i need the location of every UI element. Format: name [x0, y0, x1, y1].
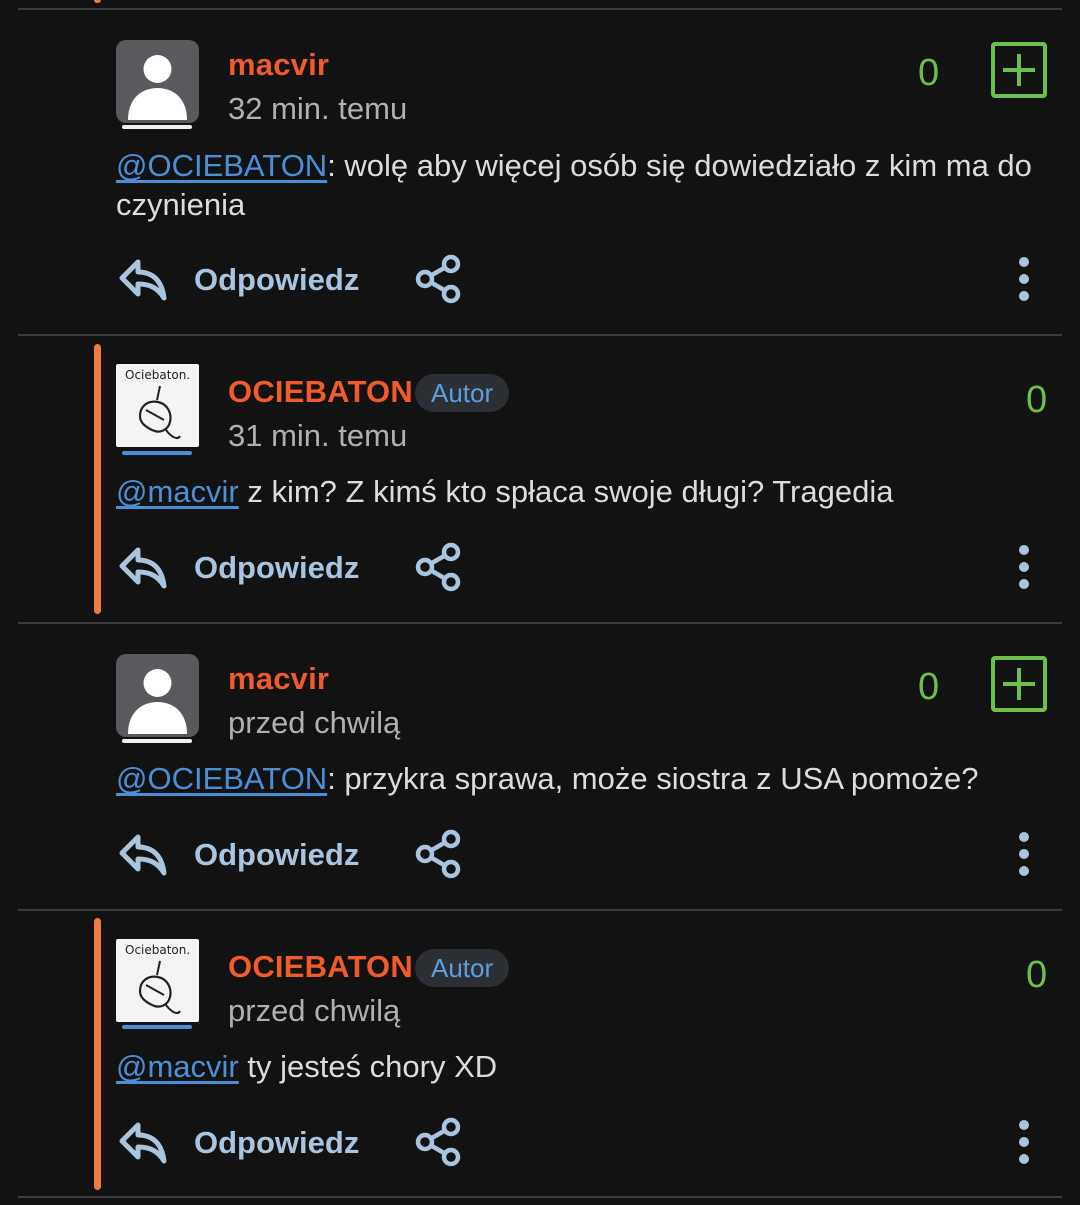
reply-button[interactable]: Odpowiedz [194, 262, 359, 298]
timestamp: przed chwilą [228, 705, 401, 740]
timestamp: 31 min. temu [228, 418, 408, 453]
username[interactable]: macvir [228, 47, 329, 83]
reply-thread-bar [94, 918, 101, 1190]
username[interactable]: OCIEBATON [228, 374, 413, 410]
comment-divider [18, 334, 1062, 336]
timestamp: 32 min. temu [228, 91, 408, 126]
more-vertical-icon[interactable] [1008, 542, 1040, 592]
reply-button[interactable]: Odpowiedz [194, 1125, 359, 1161]
user-avatar[interactable]: Ociebaton. [116, 364, 199, 447]
comment-body: @OCIEBATON: przykra sprawa, może siostra… [116, 759, 1046, 798]
author-badge: Autor [415, 949, 510, 987]
reply-arrow-icon[interactable] [118, 831, 168, 877]
comment-body: @OCIEBATON: wolę aby więcej osób się dow… [116, 146, 1046, 224]
comment-text: ty jesteś chory XD [238, 1049, 498, 1084]
vote-score: 0 [1026, 379, 1048, 421]
share-icon[interactable] [412, 253, 464, 305]
mention-link[interactable]: @OCIEBATON [116, 761, 327, 796]
comment-divider [18, 622, 1062, 624]
share-icon[interactable] [412, 541, 464, 593]
reply-arrow-icon[interactable] [118, 256, 168, 302]
comment-divider [18, 1196, 1062, 1198]
mention-link[interactable]: @macvir [116, 1049, 239, 1084]
reply-arrow-icon[interactable] [118, 544, 168, 590]
user-avatar[interactable] [116, 654, 199, 737]
comment-body: @macvir ty jesteś chory XD [116, 1047, 1046, 1086]
avatar-underline [122, 451, 192, 455]
user-avatar[interactable]: Ociebaton. [116, 939, 199, 1022]
timestamp: przed chwilą [228, 993, 401, 1028]
vote-score: 0 [918, 52, 940, 94]
avatar-underline [122, 125, 192, 129]
mention-link[interactable]: @OCIEBATON [116, 148, 327, 183]
user-avatar[interactable] [116, 40, 199, 123]
vote-score: 0 [918, 666, 940, 708]
share-icon[interactable] [412, 828, 464, 880]
avatar-underline [122, 739, 192, 743]
reply-button[interactable]: Odpowiedz [194, 837, 359, 873]
more-vertical-icon[interactable] [1008, 254, 1040, 304]
username[interactable]: OCIEBATON [228, 949, 413, 985]
username[interactable]: macvir [228, 661, 329, 697]
comment-divider [18, 909, 1062, 911]
comment-divider [18, 8, 1062, 10]
avatar-caption: Ociebaton. [125, 943, 191, 957]
avatar-underline [122, 1025, 192, 1029]
avatar-caption: Ociebaton. [125, 368, 191, 382]
mention-link[interactable]: @macvir [116, 474, 239, 509]
more-vertical-icon[interactable] [1008, 829, 1040, 879]
author-badge: Autor [415, 374, 510, 412]
reply-thread-bar-top [94, 0, 101, 3]
share-icon[interactable] [412, 1116, 464, 1168]
default-user-avatar-icon [128, 55, 187, 120]
more-vertical-icon[interactable] [1008, 1117, 1040, 1167]
reply-button[interactable]: Odpowiedz [194, 550, 359, 586]
upvote-plus-button[interactable] [991, 656, 1047, 712]
upvote-plus-button[interactable] [991, 42, 1047, 98]
comment-text: : przykra sprawa, może siostra z USA pom… [327, 761, 979, 796]
default-user-avatar-icon [128, 669, 187, 734]
comment-text: z kim? Z kimś kto spłaca swoje długi? Tr… [238, 474, 894, 509]
vote-score: 0 [1026, 954, 1048, 996]
comment-body: @macvir z kim? Z kimś kto spłaca swoje d… [116, 472, 1046, 511]
reply-arrow-icon[interactable] [118, 1119, 168, 1165]
reply-thread-bar [94, 344, 101, 614]
